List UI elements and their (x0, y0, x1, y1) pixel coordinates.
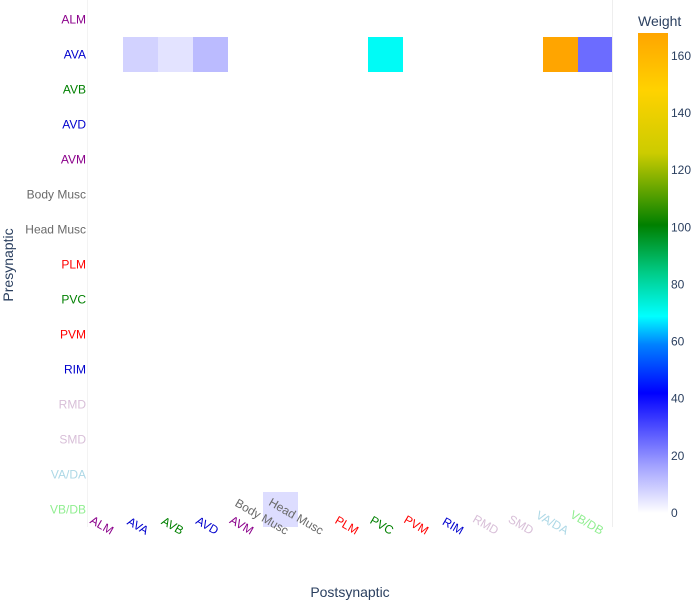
column-label-avb: AVB (159, 514, 186, 538)
column-label-rim: RIM (440, 514, 466, 537)
column-label-rmd: RMD (470, 512, 501, 538)
row-label-plm: PLM (61, 258, 86, 272)
row-label-avm: AVM (61, 153, 86, 167)
heatmap-cell-ava-to-pvc (368, 37, 403, 72)
heatmap-cells (87, 0, 613, 527)
row-label-vb-db: VB/DB (50, 503, 86, 517)
row-label-pvm: PVM (60, 328, 86, 342)
heatmap-cell-ava-to-ava (123, 37, 158, 72)
row-label-avd: AVD (62, 118, 86, 132)
x-axis-title: Postsynaptic (310, 584, 389, 600)
colorbar-title: Weight (638, 13, 681, 29)
colorbar-tick-160: 160 (671, 49, 691, 63)
row-label-alm: ALM (61, 13, 86, 27)
heatmap-chart: ALM AVA AVB AVD AVM Body Musc Head Musc PLM PVC P… (0, 0, 700, 600)
colorbar-tick-40: 40 (671, 392, 685, 406)
column-label-va-da: VA/DA (534, 508, 571, 538)
row-label-ava: AVA (64, 48, 86, 62)
column-label-pvm: PVM (401, 512, 431, 537)
column-label-vb-db: VB/DB (568, 507, 606, 537)
column-label-pvc: PVC (368, 513, 397, 538)
colorbar-tick-80: 80 (671, 277, 685, 291)
colorbar (638, 33, 668, 513)
colorbar-tick-20: 20 (671, 449, 685, 463)
colorbar-tick-140: 140 (671, 106, 691, 120)
heatmap-cell-ava-to-va-da (543, 37, 578, 72)
column-label-avd: AVD (193, 514, 221, 538)
column-label-plm: PLM (333, 513, 361, 537)
row-label-rim: RIM (64, 363, 86, 377)
heatmap-cell-ava-to-avd (193, 37, 228, 72)
row-label-avb: AVB (63, 83, 86, 97)
colorbar-tick-0: 0 (671, 506, 678, 520)
heatmap-cell-ava-to-avb (158, 37, 193, 72)
row-labels: ALM AVA AVB AVD AVM Body Musc Head Musc PLM PVC P… (25, 13, 86, 517)
row-label-head-musc: Head Musc (25, 223, 86, 237)
row-label-pvc: PVC (61, 293, 86, 307)
colorbar-tick-60: 60 (671, 335, 685, 349)
colorbar-ticks: 0 20 40 60 80 100 120 140 160 (671, 49, 691, 520)
column-labels: ALM AVA AVB AVD AVMBody MuscHead Musc PLM PVC P… (88, 495, 606, 538)
column-label-smd: SMD (506, 512, 536, 538)
row-label-rmd: RMD (59, 398, 87, 412)
heatmap-svg: ALMAVAAVBAVDAVMBody MuscHead MuscPLMPVCP… (0, 0, 691, 600)
column-label-ava: AVA (125, 514, 151, 537)
row-label-smd: SMD (59, 433, 86, 447)
heatmap-cell-ava-to-vb-db (578, 37, 613, 72)
column-label-alm: ALM (88, 513, 116, 537)
row-label-body-musc: Body Musc (27, 188, 86, 202)
row-label-va-da: VA/DA (51, 468, 86, 482)
y-axis-title: Presynaptic (0, 228, 16, 301)
colorbar-tick-100: 100 (671, 220, 691, 234)
colorbar-tick-120: 120 (671, 163, 691, 177)
